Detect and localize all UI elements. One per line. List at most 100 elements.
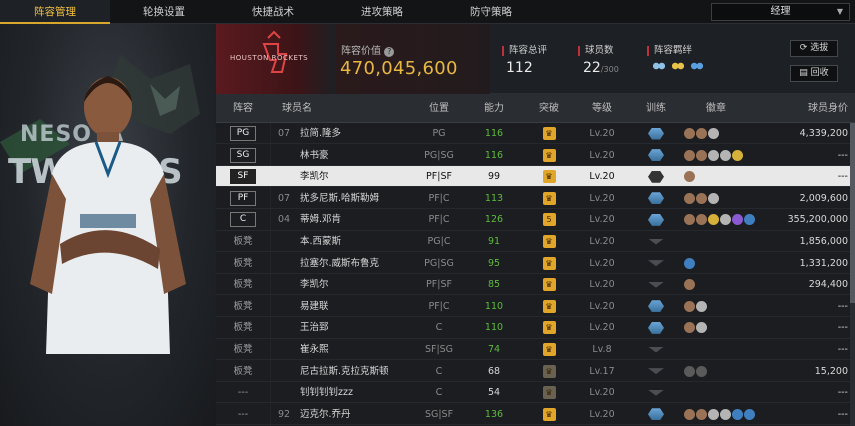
badges [684,145,774,166]
badge-icon[interactable] [720,149,731,161]
table-row[interactable]: 板凳 易建联 PF|C 110 ♛ Lv.20 --- [216,296,855,318]
badge-icon[interactable] [684,171,695,183]
badge-icon[interactable] [684,365,695,377]
badge-icon[interactable] [684,192,695,204]
col-breakthrough[interactable]: 突破 [528,94,570,123]
table-row[interactable]: --- 92 迈克尔.乔丹 SG|SF 136 ♛ Lv.20 --- [216,404,855,426]
badge-icon[interactable] [744,408,755,420]
lineup-slot: --- [216,404,270,425]
badge-icon[interactable] [696,365,707,377]
tab-quick-tactics[interactable]: 快捷战术 [218,0,328,24]
badge-icon[interactable] [744,214,755,226]
badge-icon[interactable] [696,300,707,312]
badge-icon[interactable] [732,408,743,420]
badge-icon[interactable] [708,149,719,161]
training-icon[interactable] [648,192,664,205]
badge-icon[interactable] [732,149,743,161]
badge-icon[interactable] [696,192,707,204]
table-row[interactable]: PG 07 拉简.隆多 PG 116 ♛ Lv.20 4,339,200 [216,123,855,145]
col-player-price[interactable]: 球员身价 [776,94,848,123]
training-icon[interactable] [648,170,664,183]
badge-icon[interactable] [708,214,719,226]
badge-icon[interactable] [720,408,731,420]
jersey-number [274,382,294,403]
badge-icon[interactable] [696,128,707,139]
role-dropdown[interactable]: 经理 ▼ [711,3,850,21]
lineup-value-box: 阵容价值 ? 470,045,600 [335,24,490,94]
chemistry-icons[interactable] [652,62,705,75]
training-icon[interactable] [648,149,664,162]
jersey-number [274,231,294,252]
badge-icon[interactable] [684,300,695,312]
player-position: PG [432,128,446,139]
training [636,274,676,295]
training-empty-icon [648,238,664,245]
chemistry-label: 阵容羁绊 [647,42,692,56]
tab-offense-strategy[interactable]: 进攻策略 [327,0,437,24]
table-row[interactable]: 板凳 拉塞尔.威斯布鲁克 PG|SG 95 ♛ Lv.20 1,331,200 [216,253,855,274]
col-badges[interactable]: 徽章 [686,94,746,123]
help-icon[interactable]: ? [384,47,395,57]
badge-icon[interactable] [696,408,707,420]
badge-icon[interactable] [708,192,719,204]
badges [684,361,774,382]
training-icon[interactable] [648,213,664,226]
table-row[interactable]: C 04 蒂姆.邓肯 PF|C 126 5 Lv.20 355,200,000 [216,209,855,231]
table-row[interactable]: PF 07 扰多尼斯.哈斯勒姆 PF|C 113 ♛ Lv.20 2,009,600 [216,188,855,210]
tab-rotation-settings[interactable]: 轮换设置 [109,0,219,24]
badge-icon[interactable] [708,128,719,139]
player-name: 崔永熙 [300,344,329,355]
training-icon[interactable] [648,127,664,140]
table-row[interactable]: --- 钊钊钊钊zzz C 54 ♛ Lv.20 --- [216,382,855,404]
top-tab-bar: 阵容管理 轮换设置 快捷战术 进攻策略 防守策略 经理 ▼ [0,0,855,24]
training [636,404,676,425]
badge-icon[interactable] [684,257,695,269]
training-icon[interactable] [648,408,664,421]
badge-icon[interactable] [684,279,695,291]
player-price: 1,331,200 [799,257,848,269]
team-name: HOUSTON ROCKETS [230,54,309,62]
badge-icon[interactable] [696,322,707,334]
col-training[interactable]: 训练 [636,94,676,123]
position-slot-badge: PG [230,126,256,141]
player-level: Lv.8 [592,344,612,355]
badge-icon[interactable] [720,214,731,226]
badge-icon[interactable] [684,149,695,161]
player-level: Lv.20 [589,408,615,420]
red-marker [502,45,504,56]
lineup-slot: 板凳 [216,361,270,382]
table-row[interactable]: 板凳 王治郅 C 110 ♛ Lv.20 --- [216,317,855,339]
player-ability: 54 [487,387,501,399]
badge-icon[interactable] [684,128,695,139]
training-icon[interactable] [648,300,664,313]
tab-lineup-management[interactable]: 阵容管理 [0,0,110,24]
player-ability: 99 [487,171,501,183]
breakthrough: ♛ [528,361,570,382]
table-row[interactable]: 板凳 崔永熙 SF|SG 74 ♛ Lv.8 --- [216,339,855,361]
badge-icon[interactable] [684,322,695,334]
table-row[interactable]: 板凳 本.西蒙斯 PG|C 91 ♛ Lv.20 1,856,000 [216,231,855,253]
table-row[interactable]: 板凳 尼古拉斯.克拉克斯顿 C 68 ♛ Lv.17 15,200 [216,361,855,382]
table-scrollbar[interactable] [850,123,855,426]
badge-icon[interactable] [684,408,695,420]
col-level[interactable]: 等级 [582,94,622,123]
player-name: 迈克尔.乔丹 [300,408,351,420]
badge-icon[interactable] [708,408,719,420]
tab-defense-strategy[interactable]: 防守策略 [436,0,546,24]
badge-icon[interactable] [696,214,707,226]
badge-icon[interactable] [684,214,695,226]
col-ability[interactable]: 能力 [474,94,514,123]
training-empty-icon [648,389,664,396]
table-row[interactable]: SG 林书豪 PG|SG 116 ♛ Lv.20 --- [216,145,855,166]
scrollbar-thumb[interactable] [850,123,855,303]
player-price: 15,200 [814,365,848,377]
select-button[interactable]: ⟳ 选拔 [790,40,838,57]
table-row[interactable]: SF 李凯尔 PF|SF 99 ♛ Lv.20 --- [216,166,855,188]
recall-button[interactable]: ▤ 回收 [790,65,838,82]
table-row[interactable]: 板凳 李凯尔 PF|SF 85 ♛ Lv.20 294,400 [216,274,855,296]
col-position[interactable]: 位置 [416,94,462,123]
badge-icon[interactable] [732,214,743,226]
training-icon[interactable] [648,321,664,334]
badge-icon[interactable] [696,149,707,161]
player-name: 蒂姆.邓肯 [300,214,342,226]
